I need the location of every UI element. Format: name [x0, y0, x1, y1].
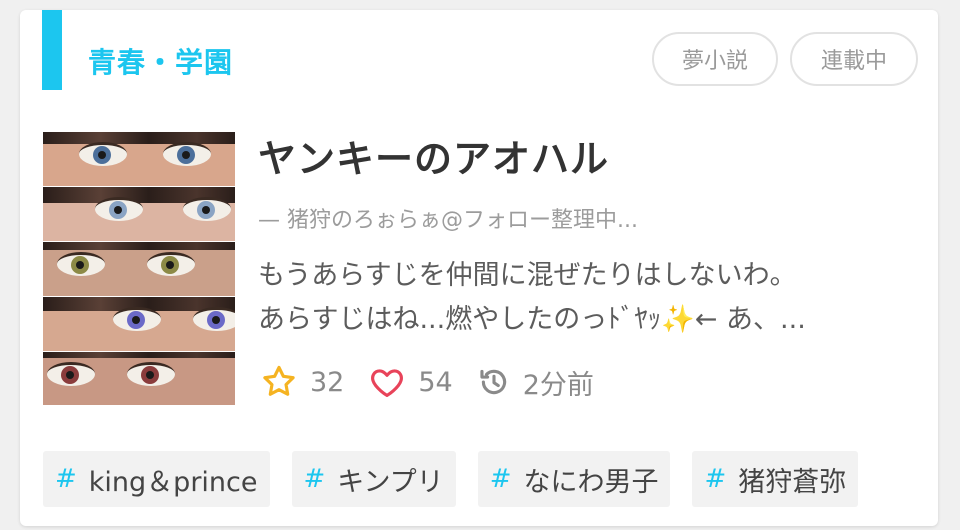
story-card[interactable]: 青春・学園 夢小説 連載中 ヤンキーのアオハル — 猪狩のろぉらぁ@フォロー整理…: [20, 10, 938, 526]
history-clock-icon: [480, 369, 506, 395]
badge-serializing: 連載中: [790, 32, 918, 86]
hash-icon: #: [489, 464, 512, 494]
updated-time-value: 2分前: [522, 369, 594, 401]
updated-time: 2分前: [477, 363, 594, 402]
tag-list: # king＆prince # キンプリ # なにわ男子 # 猪狩蒼弥: [43, 451, 880, 507]
cover-strip: [43, 352, 235, 405]
story-title[interactable]: ヤンキーのアオハル: [258, 128, 609, 183]
summary-line: もうあらすじを仲間に混ぜたりはしないわ。: [258, 260, 797, 291]
tag-chip[interactable]: # キンプリ: [291, 451, 456, 507]
author-name[interactable]: — 猪狩のろぉらぁ@フォロー整理中...: [258, 202, 638, 234]
tag-chip[interactable]: # なにわ男子: [477, 451, 671, 507]
hash-icon: #: [704, 464, 727, 494]
genre-label[interactable]: 青春・学園: [88, 41, 233, 81]
story-summary: もうあらすじを仲間に混ぜたりはしないわ。 あらすじはね...燃やしたのっﾄﾞﾔｯ…: [258, 254, 898, 342]
genre-accent-bar: [42, 10, 62, 90]
cover-strip: [43, 187, 235, 241]
heart-icon: [371, 369, 404, 398]
hash-icon: #: [303, 464, 326, 494]
cover-strip: [43, 132, 235, 186]
story-cover-image[interactable]: [43, 132, 235, 405]
star-count[interactable]: 32: [260, 363, 344, 401]
badge-dream-novel: 夢小説: [652, 32, 778, 86]
like-count[interactable]: 54: [368, 363, 453, 401]
hash-icon: #: [55, 464, 77, 494]
tag-chip[interactable]: # 猪狩蒼弥: [692, 451, 859, 507]
cover-strip: [43, 242, 235, 296]
tag-label: なにわ男子: [523, 466, 659, 498]
summary-line: あらすじはね...燃やしたのっﾄﾞﾔｯ✨← あ、...: [258, 304, 806, 335]
star-count-value: 32: [310, 366, 345, 398]
tag-label: キンプリ: [337, 466, 444, 498]
cover-strip: [43, 297, 235, 351]
star-icon: [263, 365, 295, 396]
tag-chip[interactable]: # king＆prince: [43, 451, 270, 507]
tag-label: king＆prince: [88, 466, 258, 498]
story-stats: 32 54 2分前: [260, 362, 618, 402]
tag-label: 猪狩蒼弥: [738, 466, 847, 498]
like-count-value: 54: [418, 366, 453, 398]
